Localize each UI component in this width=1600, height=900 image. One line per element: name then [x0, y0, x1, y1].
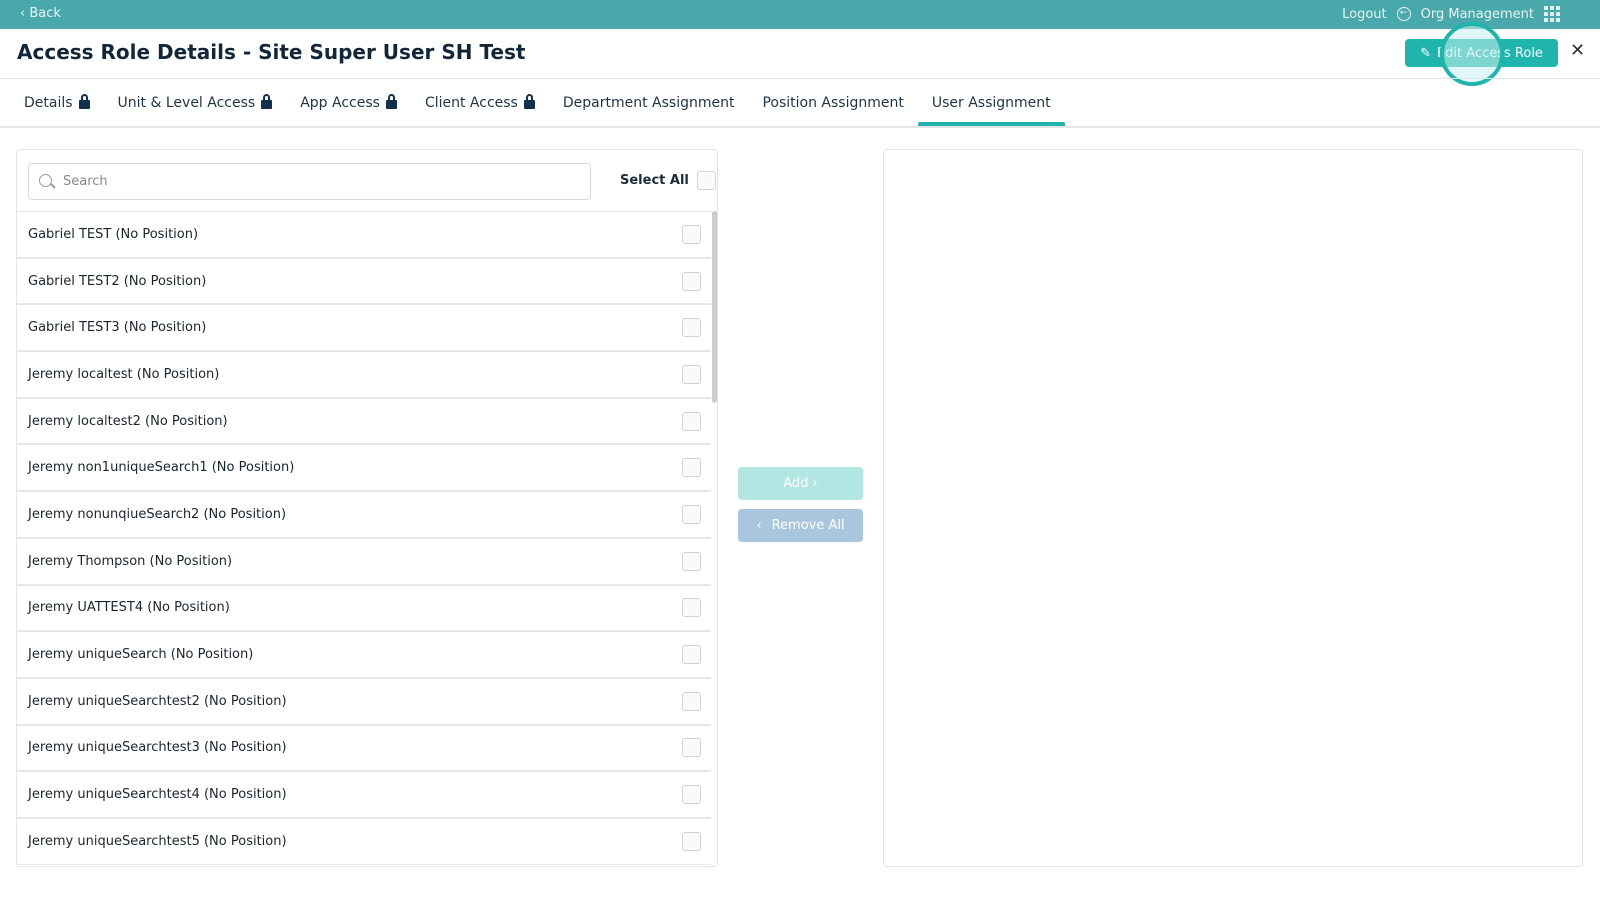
list-item[interactable]: Jeremy uniqueSearch (No Position)	[17, 631, 711, 678]
user-checkbox[interactable]	[682, 364, 701, 384]
list-item[interactable]: Jeremy non1uniqueSearch1 (No Position)	[17, 444, 711, 492]
user-checkbox[interactable]	[682, 458, 701, 478]
user-name: Jeremy uniqueSearchtest2 (No Position)	[28, 693, 287, 709]
search-icon	[39, 174, 52, 187]
available-users-panel: Search Select All Gabriel TEST (No Posit…	[16, 149, 718, 867]
lock-icon	[385, 94, 397, 109]
user-checkbox[interactable]	[682, 224, 701, 244]
list-item[interactable]: Jeremy uniqueSearchtest2 (No Position)	[17, 677, 711, 725]
tab-label: Department Assignment	[562, 94, 735, 111]
user-name: Jeremy nonunqiueSearch2 (No Position)	[28, 506, 287, 522]
user-checkbox[interactable]	[682, 738, 701, 758]
user-checkbox[interactable]	[682, 504, 701, 524]
user-name: Jeremy non1uniqueSearch1 (No Position)	[28, 460, 295, 476]
logout-link[interactable]: Logout	[1342, 7, 1387, 22]
tab-label: Position Assignment	[762, 94, 904, 111]
select-all[interactable]: Select All	[620, 171, 716, 190]
search-placeholder: Search	[63, 174, 108, 189]
tab-position-assignment[interactable]: Position Assignment	[748, 79, 917, 126]
remove-all-label: Remove All	[771, 518, 845, 533]
lock-icon	[78, 94, 90, 109]
assigned-users-panel	[883, 149, 1583, 867]
user-name: Jeremy localtest (No Position)	[28, 366, 220, 382]
list-item[interactable]: Gabriel TEST2 (No Position)	[17, 257, 711, 305]
search-input[interactable]: Search	[28, 163, 591, 200]
user-name: Jeremy Thompson (No Position)	[28, 553, 233, 569]
list-item[interactable]: Jeremy Thompson (No Position)	[17, 537, 711, 585]
user-checkbox[interactable]	[682, 598, 701, 618]
back-link[interactable]: ‹ Back	[20, 6, 61, 21]
close-icon[interactable]: ✕	[1570, 40, 1585, 61]
page-title: Access Role Details - Site Super User SH…	[17, 40, 526, 64]
tab-label: Details	[24, 94, 73, 111]
list-item[interactable]: Jeremy nonunqiueSearch2 (No Position)	[17, 491, 711, 538]
org-management-link[interactable]: Org Management	[1421, 7, 1534, 22]
tab-label: User Assignment	[931, 94, 1051, 111]
user-name: Gabriel TEST2 (No Position)	[28, 273, 207, 289]
top-bar: ‹ Back Logout ← Org Management	[0, 0, 1600, 29]
tab-label: App Access	[300, 94, 380, 111]
tab-app-access[interactable]: App Access	[286, 79, 411, 126]
tab-client-access[interactable]: Client Access	[411, 79, 549, 126]
chevron-left-icon: ‹	[756, 518, 762, 533]
divider	[0, 126, 1600, 128]
user-name: Jeremy uniqueSearch (No Position)	[28, 647, 254, 663]
user-checkbox[interactable]	[682, 831, 701, 851]
select-all-label: Select All	[620, 173, 689, 188]
user-checkbox[interactable]	[682, 691, 701, 711]
tab-bar: Details Unit & Level Access App Access Clie…	[10, 79, 1065, 126]
list-item[interactable]: Jeremy uniqueSearchtest5 (No Position)	[17, 817, 711, 865]
list-item[interactable]: Jeremy UATTEST4 (No Position)	[17, 584, 711, 632]
user-name: Jeremy UATTEST4 (No Position)	[28, 600, 230, 616]
tab-label: Client Access	[424, 94, 518, 111]
user-name: Jeremy uniqueSearchtest5 (No Position)	[28, 833, 287, 849]
list-item[interactable]: Jeremy uniqueSearchtest4 (No Position)	[17, 771, 711, 818]
logout-icon[interactable]: ←	[1396, 7, 1411, 21]
add-button[interactable]: Add ›	[738, 467, 863, 500]
user-checkbox[interactable]	[682, 318, 701, 338]
app-grid-icon[interactable]	[1544, 6, 1560, 22]
lock-icon	[523, 94, 535, 109]
tab-label: Unit & Level Access	[117, 94, 256, 111]
user-name: Jeremy uniqueSearchtest4 (No Position)	[28, 787, 287, 803]
edit-access-role-button[interactable]: ✎ Edit Access Role	[1405, 39, 1558, 67]
tab-unit-level-access[interactable]: Unit & Level Access	[104, 79, 287, 126]
list-item[interactable]: Jeremy localtest (No Position)	[17, 351, 711, 398]
user-name: Jeremy uniqueSearchtest3 (No Position)	[28, 740, 287, 756]
tab-user-assignment[interactable]: User Assignment	[917, 79, 1065, 126]
user-checkbox[interactable]	[682, 271, 701, 291]
user-list: Gabriel TEST (No Position) Gabriel TEST2 …	[17, 211, 711, 865]
lock-icon	[261, 94, 273, 109]
user-name: Jeremy localtest2 (No Position)	[28, 413, 228, 429]
user-checkbox[interactable]	[682, 645, 701, 665]
scrollbar[interactable]	[712, 211, 717, 403]
pencil-icon: ✎	[1420, 45, 1431, 61]
user-name: Gabriel TEST3 (No Position)	[28, 320, 207, 336]
list-item[interactable]: Jeremy localtest2 (No Position)	[17, 397, 711, 445]
select-all-checkbox[interactable]	[696, 171, 716, 190]
list-item[interactable]: Gabriel TEST3 (No Position)	[17, 304, 711, 352]
remove-all-button[interactable]: ‹ Remove All	[738, 509, 863, 542]
user-checkbox[interactable]	[682, 411, 701, 431]
tab-details[interactable]: Details	[10, 79, 104, 126]
list-item[interactable]: Gabriel TEST (No Position)	[17, 211, 711, 258]
list-item[interactable]: Jeremy uniqueSearchtest3 (No Position)	[17, 724, 711, 772]
user-checkbox[interactable]	[682, 551, 701, 571]
user-name: Gabriel TEST (No Position)	[28, 226, 199, 242]
tab-department-assignment[interactable]: Department Assignment	[549, 79, 749, 126]
edit-access-role-label: Edit Access Role	[1436, 45, 1543, 61]
user-checkbox[interactable]	[682, 785, 701, 805]
